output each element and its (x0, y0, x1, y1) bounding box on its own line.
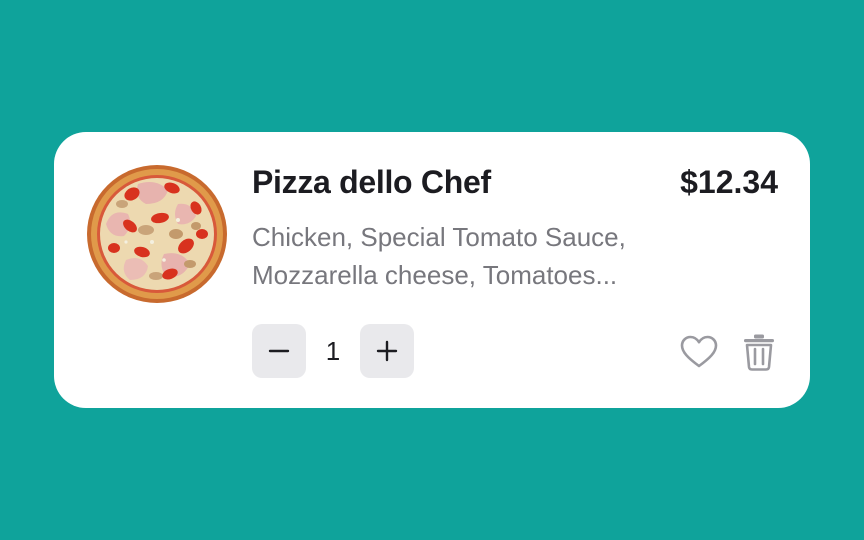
quantity-value: 1 (325, 336, 341, 366)
product-price: $12.34 (680, 164, 778, 200)
increase-quantity-button[interactable] (360, 324, 414, 378)
minus-icon (268, 349, 290, 353)
heart-icon (680, 335, 718, 368)
description-line: Mozzarella cheese, Tomatoes... (252, 260, 618, 290)
delete-button[interactable] (739, 330, 779, 374)
pizza-image (87, 165, 227, 303)
favorite-button[interactable] (679, 330, 719, 374)
description-line: Chicken, Special Tomato Sauce, (252, 222, 626, 252)
product-description: Chicken, Special Tomato Sauce, Mozzarell… (252, 218, 692, 294)
product-title: Pizza dello Chef (252, 164, 491, 200)
plus-icon (376, 340, 398, 362)
trash-icon (744, 334, 774, 371)
decrease-quantity-button[interactable] (252, 324, 306, 378)
